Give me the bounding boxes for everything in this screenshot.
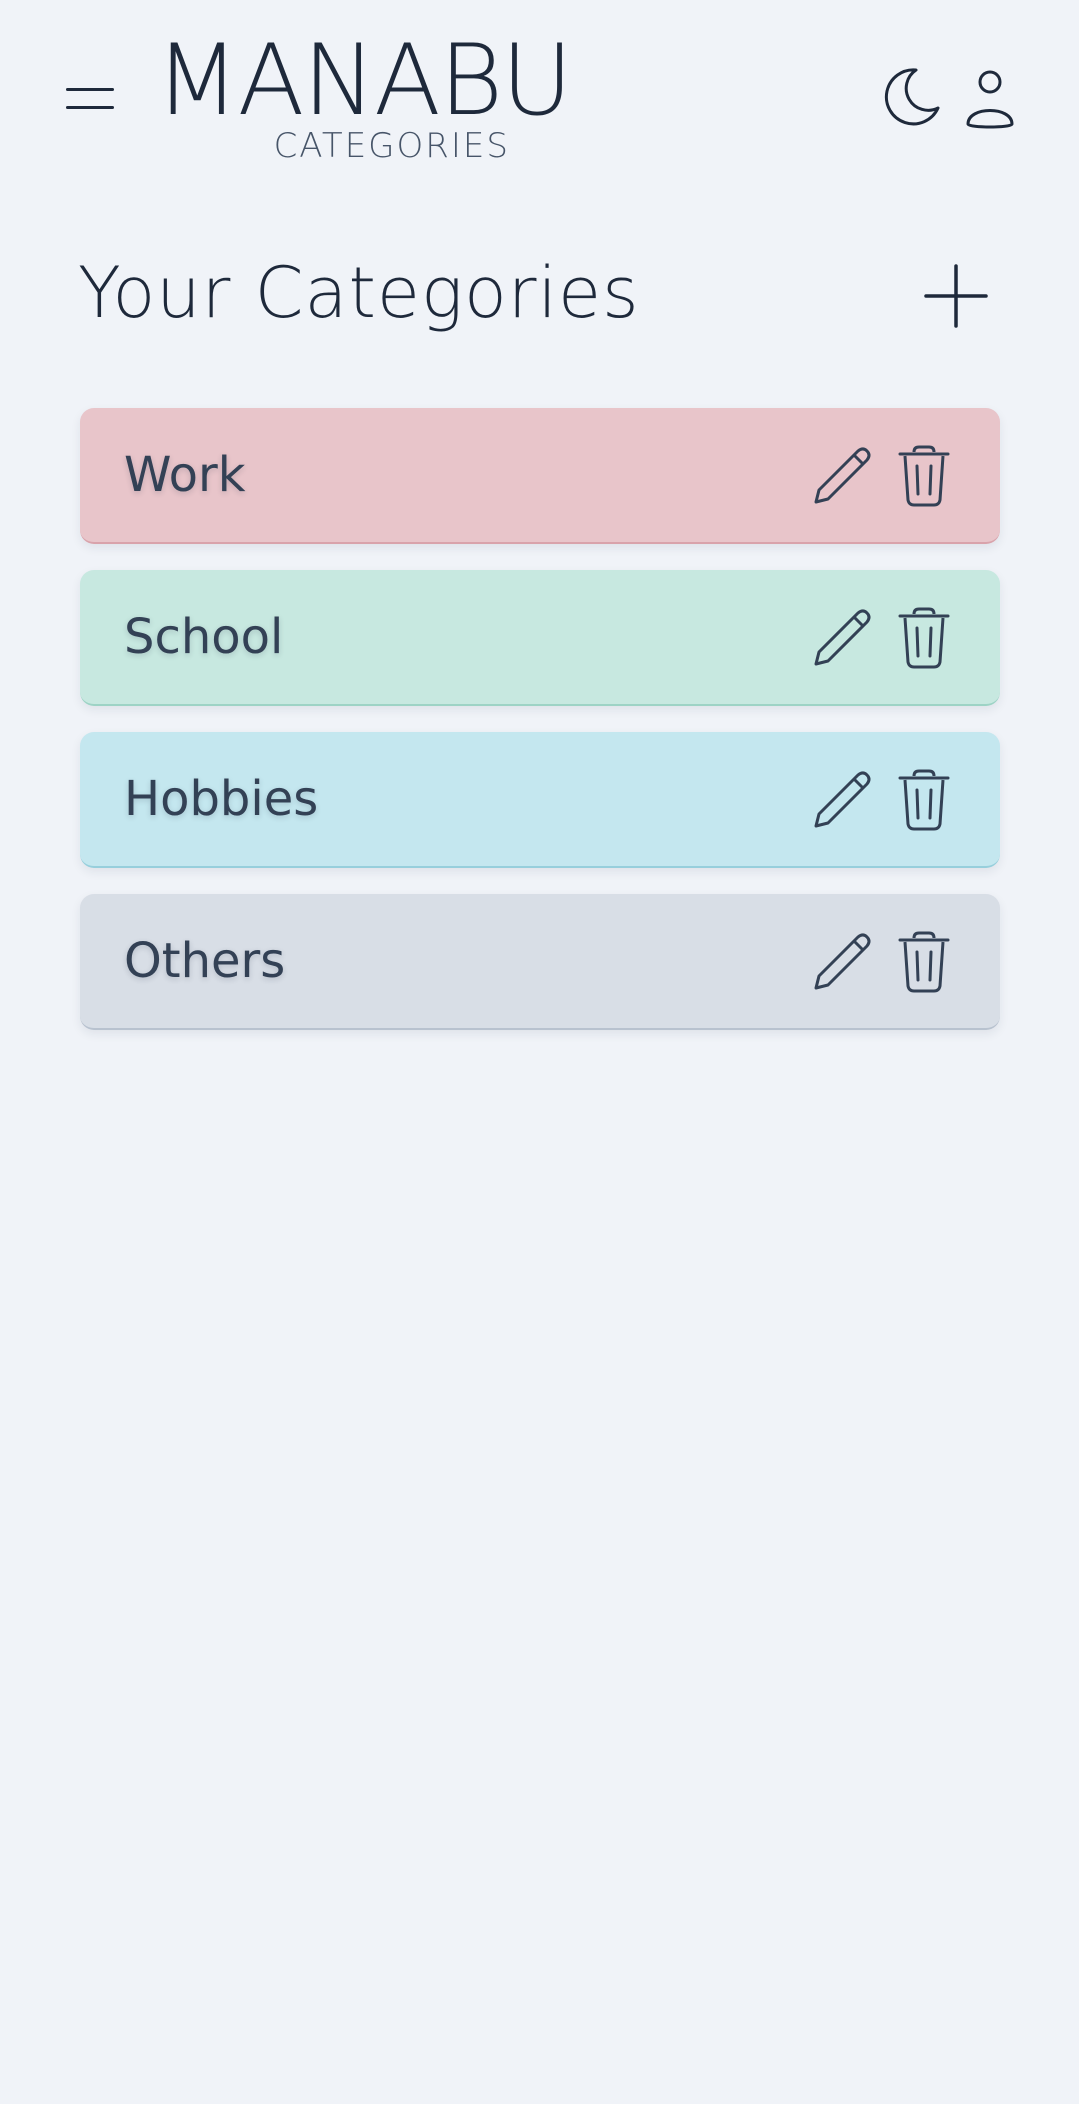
- app-header: MANABU CATEGORIES: [0, 0, 1079, 180]
- menu-button[interactable]: [62, 80, 118, 114]
- delete-category-button[interactable]: [896, 444, 952, 508]
- trash-icon: [898, 445, 950, 507]
- trash-icon: [898, 931, 950, 993]
- delete-category-button[interactable]: [896, 930, 952, 994]
- edit-category-button[interactable]: [810, 768, 874, 832]
- edit-category-button[interactable]: [810, 930, 874, 994]
- category-label: School: [124, 609, 284, 665]
- category-label: Hobbies: [124, 771, 319, 827]
- theme-toggle-button[interactable]: [880, 64, 944, 128]
- add-category-button[interactable]: [922, 262, 990, 330]
- logo-subtitle: CATEGORIES: [273, 126, 510, 166]
- hamburger-menu-icon: [66, 88, 114, 91]
- pencil-icon: [814, 771, 871, 828]
- trash-icon: [898, 769, 950, 831]
- moon-icon: [884, 68, 940, 126]
- category-list: Work School Hobbies Others: [80, 408, 1000, 1056]
- page-title: Your Categories: [78, 252, 640, 334]
- category-card-others[interactable]: Others: [80, 894, 1000, 1030]
- category-label: Others: [124, 933, 286, 989]
- app-logo: MANABU CATEGORIES: [155, 32, 573, 166]
- category-card-hobbies[interactable]: Hobbies: [80, 732, 1000, 868]
- edit-category-button[interactable]: [810, 606, 874, 670]
- plus-icon: [924, 264, 988, 328]
- edit-category-button[interactable]: [810, 444, 874, 508]
- pencil-icon: [814, 609, 871, 666]
- category-card-work[interactable]: Work: [80, 408, 1000, 544]
- logo-title: MANABU: [155, 24, 573, 138]
- pencil-icon: [814, 933, 871, 990]
- delete-category-button[interactable]: [896, 606, 952, 670]
- pencil-icon: [814, 447, 871, 504]
- user-profile-button[interactable]: [962, 64, 1018, 132]
- category-label: Work: [124, 447, 246, 503]
- delete-category-button[interactable]: [896, 768, 952, 832]
- trash-icon: [898, 607, 950, 669]
- category-card-school[interactable]: School: [80, 570, 1000, 706]
- user-icon: [966, 70, 1014, 129]
